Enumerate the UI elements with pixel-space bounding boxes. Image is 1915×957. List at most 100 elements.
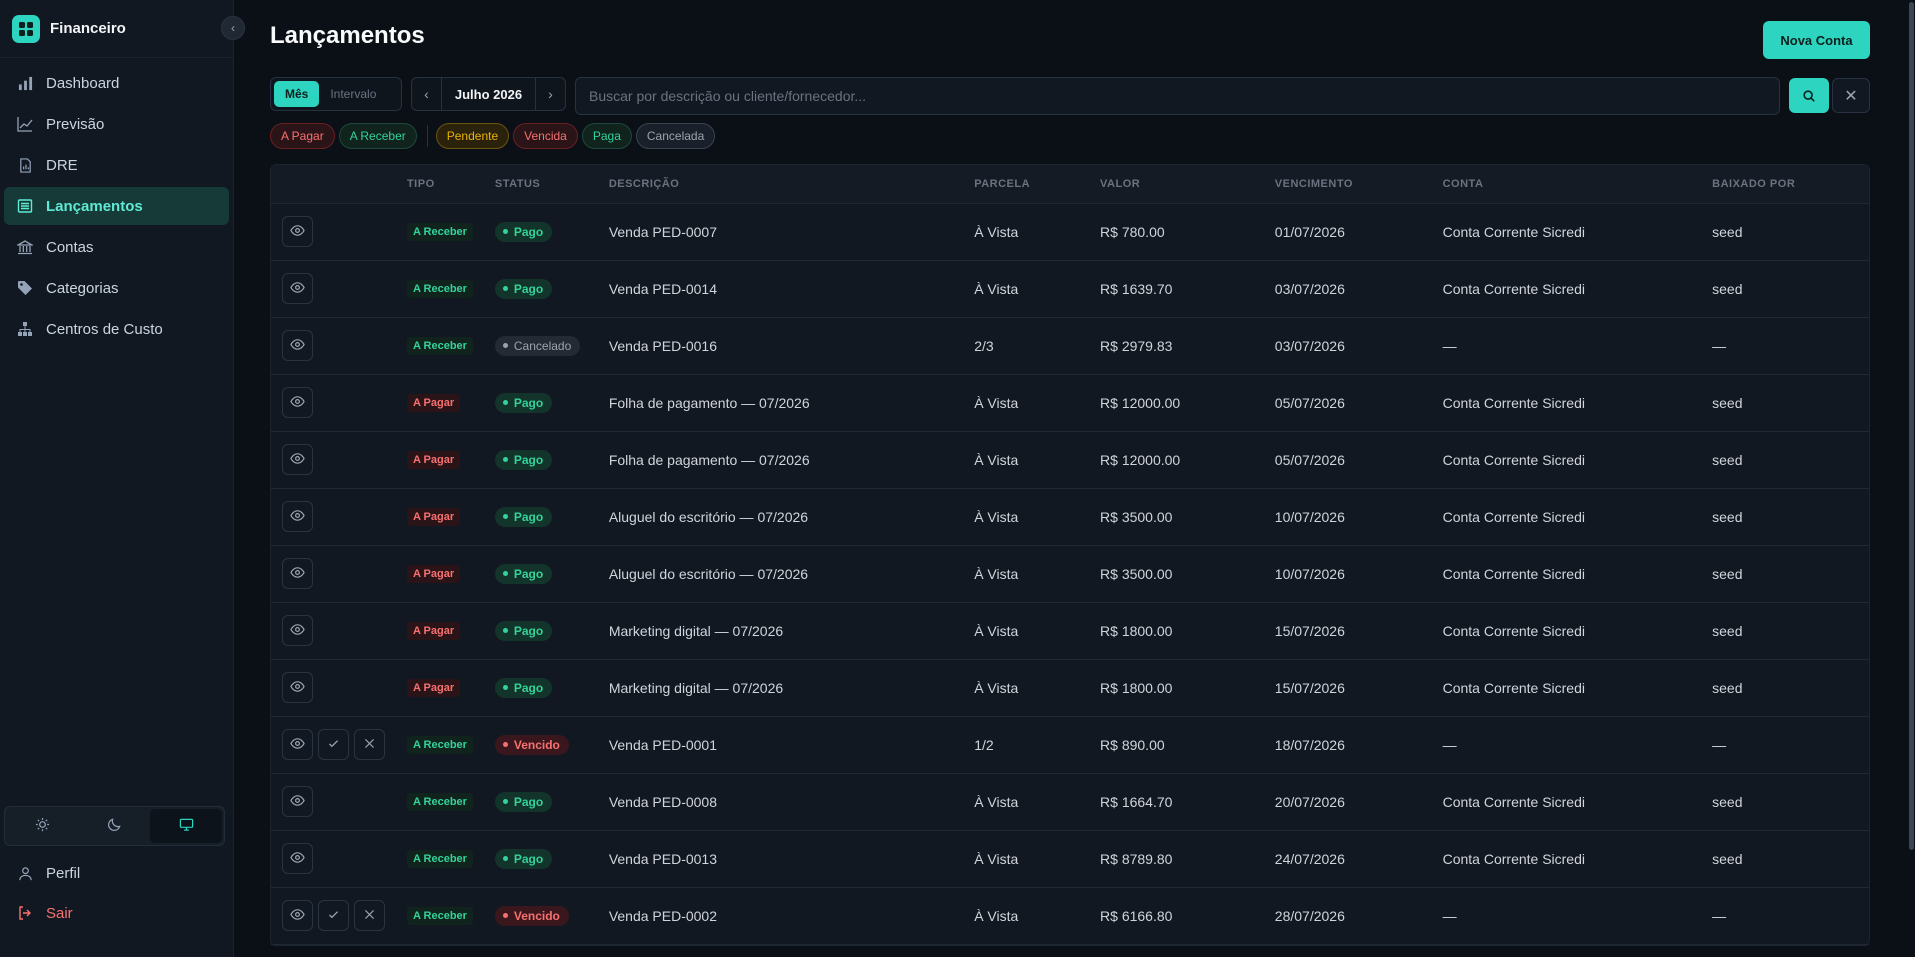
theme-option-monitor[interactable] bbox=[150, 809, 223, 843]
baixado-por-cell: — bbox=[1712, 887, 1869, 945]
filter-chip-vencida[interactable]: Vencida bbox=[513, 123, 578, 149]
conta-cell: Conta Corrente Sicredi bbox=[1442, 659, 1713, 717]
status-dot-icon bbox=[502, 571, 508, 577]
filter-chip-paga[interactable]: Paga bbox=[581, 123, 632, 149]
view-button[interactable] bbox=[282, 558, 313, 589]
valor-cell: R$ 6166.80 bbox=[1100, 887, 1275, 945]
row-actions bbox=[271, 216, 407, 247]
settle-button[interactable] bbox=[318, 729, 349, 760]
view-button[interactable] bbox=[282, 900, 313, 931]
vencimento-cell: 03/07/2026 bbox=[1274, 260, 1443, 318]
status-label: Pago bbox=[513, 566, 544, 581]
view-button[interactable] bbox=[282, 216, 313, 247]
row-actions-cell bbox=[271, 317, 407, 375]
view-button[interactable] bbox=[282, 330, 313, 361]
conta-cell: Conta Corrente Sicredi bbox=[1442, 830, 1713, 888]
theme-option-sun[interactable] bbox=[7, 809, 79, 843]
row-actions-cell bbox=[271, 203, 407, 261]
filter-chip-cancelada[interactable]: Cancelada bbox=[635, 123, 716, 149]
hierarchy-icon bbox=[16, 320, 34, 338]
mode-option-intervalo[interactable]: Intervalo bbox=[319, 81, 387, 107]
scrollbar-thumb[interactable] bbox=[1909, 2, 1914, 850]
status-dot-icon bbox=[502, 799, 508, 805]
view-button[interactable] bbox=[282, 729, 313, 760]
baixado-por-cell: seed bbox=[1712, 203, 1869, 261]
valor-cell: R$ 3500.00 bbox=[1100, 488, 1275, 546]
parcela-cell: À Vista bbox=[974, 773, 1101, 831]
sidebar-item-dre[interactable]: DRE bbox=[4, 146, 229, 184]
status-dot-icon bbox=[502, 742, 508, 748]
row-actions bbox=[271, 729, 407, 760]
valor-cell: R$ 1664.70 bbox=[1100, 773, 1275, 831]
tipo-badge: A Pagar bbox=[406, 622, 461, 640]
page-scrollbar[interactable] bbox=[1908, 0, 1915, 957]
baixado-por-cell: — bbox=[1712, 317, 1869, 375]
tipo-badge: A Receber bbox=[406, 736, 473, 754]
cancel-entry-button[interactable] bbox=[354, 729, 385, 760]
vencimento-cell: 01/07/2026 bbox=[1274, 203, 1443, 261]
view-button[interactable] bbox=[282, 387, 313, 418]
search-button[interactable] bbox=[1789, 78, 1829, 113]
baixado-por-cell: seed bbox=[1712, 602, 1869, 660]
filter-chip-a-pagar[interactable]: A Pagar bbox=[270, 123, 335, 149]
user-icon bbox=[16, 864, 34, 882]
sidebar-item-contas[interactable]: Contas bbox=[4, 228, 229, 266]
eye-icon bbox=[290, 565, 305, 583]
sidebar-item-centros-de-custo[interactable]: Centros de Custo bbox=[4, 310, 229, 348]
sidebar-item-perfil[interactable]: Perfil bbox=[4, 853, 225, 893]
conta-cell: Conta Corrente Sicredi bbox=[1442, 431, 1713, 489]
theme-option-moon[interactable] bbox=[79, 809, 151, 843]
next-month-button[interactable]: › bbox=[535, 77, 565, 111]
status-cell: Pago bbox=[494, 545, 609, 603]
status-dot-icon bbox=[502, 343, 508, 349]
filter-chip-pendente[interactable]: Pendente bbox=[435, 123, 510, 149]
row-actions bbox=[271, 273, 407, 304]
mode-option-mes[interactable]: Mês bbox=[274, 81, 320, 107]
column-header-valor: VALOR bbox=[1100, 165, 1275, 204]
status-cell: Pago bbox=[494, 488, 609, 546]
tipo-cell: A Receber bbox=[406, 773, 495, 831]
clear-filters-button[interactable]: ✕ bbox=[1832, 78, 1870, 113]
view-button[interactable] bbox=[282, 843, 313, 874]
view-button[interactable] bbox=[282, 501, 313, 532]
sidebar-item-categorias[interactable]: Categorias bbox=[4, 269, 229, 307]
sidebar-item-dashboard[interactable]: Dashboard bbox=[4, 64, 229, 102]
valor-cell: R$ 1800.00 bbox=[1100, 602, 1275, 660]
status-label: Vencido bbox=[513, 908, 560, 923]
previous-month-button[interactable]: ‹ bbox=[412, 77, 442, 111]
theme-switcher bbox=[4, 806, 225, 846]
view-button[interactable] bbox=[282, 672, 313, 703]
view-button[interactable] bbox=[282, 273, 313, 304]
filter-chip-a-receber[interactable]: A Receber bbox=[338, 123, 417, 149]
month-label: Julho 2026 bbox=[454, 86, 523, 102]
conta-cell: Conta Corrente Sicredi bbox=[1442, 545, 1713, 603]
sidebar-item-lancamentos[interactable]: Lançamentos bbox=[4, 187, 229, 225]
view-button[interactable] bbox=[282, 444, 313, 475]
descricao-cell: Marketing digital — 07/2026 bbox=[608, 602, 975, 660]
x-icon bbox=[363, 908, 376, 924]
sidebar-item-previsao[interactable]: Previsão bbox=[4, 105, 229, 143]
baixado-por-cell: seed bbox=[1712, 773, 1869, 831]
parcela-cell: 2/3 bbox=[974, 317, 1101, 375]
logout-button[interactable]: Sair bbox=[4, 893, 225, 933]
entries-table: TIPO STATUS DESCRIÇÃO PARCELA VALOR VENCIMENT… bbox=[270, 164, 1870, 946]
tipo-badge: A Receber bbox=[406, 337, 473, 355]
brand: Financeiro ‹ bbox=[0, 0, 245, 58]
new-account-button[interactable]: Nova Conta bbox=[1763, 21, 1870, 59]
status-badge: Pago bbox=[494, 449, 553, 470]
settle-button[interactable] bbox=[318, 900, 349, 931]
cancel-entry-button[interactable] bbox=[354, 900, 385, 931]
status-dot-icon bbox=[502, 628, 508, 634]
view-button[interactable] bbox=[282, 786, 313, 817]
sidebar-item-label: Sair bbox=[46, 904, 73, 922]
column-header-actions bbox=[271, 165, 407, 204]
vencimento-cell: 03/07/2026 bbox=[1274, 317, 1443, 375]
parcela-cell: À Vista bbox=[974, 659, 1101, 717]
view-button[interactable] bbox=[282, 615, 313, 646]
chevron-right-icon: › bbox=[548, 86, 553, 102]
collapse-sidebar-button[interactable]: ‹ bbox=[221, 16, 245, 40]
descricao-cell: Venda PED-0016 bbox=[608, 317, 975, 375]
search-input[interactable] bbox=[575, 77, 1780, 115]
chip-divider bbox=[426, 125, 428, 147]
status-label: Pago bbox=[513, 680, 544, 695]
